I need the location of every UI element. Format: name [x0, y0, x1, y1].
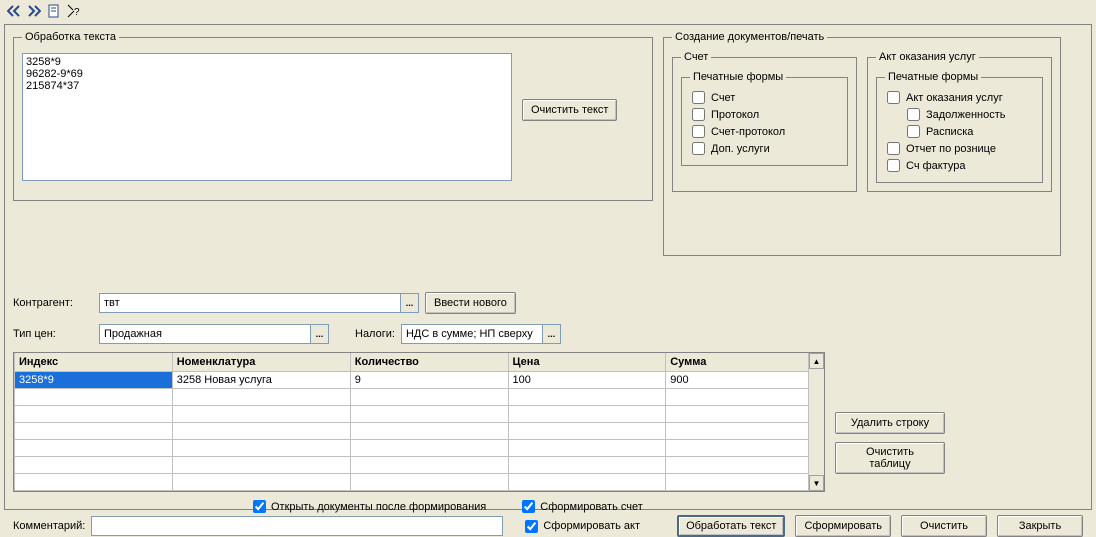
process-text-button[interactable]: Обработать текст: [677, 515, 785, 537]
clear-button[interactable]: Очистить: [901, 515, 987, 537]
contragent-label: Контрагент:: [13, 297, 93, 309]
taxes-combo[interactable]: ...: [401, 324, 561, 344]
invoice-legend: Счет: [681, 51, 711, 63]
act-legend: Акт оказания услуг: [876, 51, 979, 63]
create-docs-group: Создание документов/печать Счет Печатные…: [663, 31, 1061, 256]
grid-scrollbar[interactable]: ▲ ▼: [808, 353, 824, 491]
act-print-group: Печатные формы Акт оказания услуг Задолже…: [876, 71, 1043, 183]
act-check-label: Задолженность: [926, 109, 1006, 121]
invoice-check-0[interactable]: [692, 91, 705, 104]
act-check-2[interactable]: [907, 125, 920, 138]
column-header[interactable]: Цена: [508, 353, 666, 371]
open-after-check[interactable]: Открыть документы после формирования: [253, 500, 486, 513]
svg-text:?: ?: [74, 7, 80, 18]
comment-input-wrap: [91, 516, 503, 536]
table-row[interactable]: [15, 422, 824, 439]
table-row[interactable]: [15, 473, 824, 490]
new-contragent-button[interactable]: Ввести нового: [425, 292, 516, 314]
items-grid[interactable]: ИндексНоменклатураКоличествоЦенаСумма 32…: [13, 352, 825, 492]
create-docs-legend: Создание документов/печать: [672, 31, 827, 43]
column-header[interactable]: Индекс: [15, 353, 173, 371]
text-input[interactable]: 3258*9 96282-9*69 215874*37: [22, 53, 512, 181]
price-type-picker-icon[interactable]: ...: [310, 325, 328, 343]
toolbar: ?: [0, 0, 1096, 22]
column-header[interactable]: Номенклатура: [172, 353, 350, 371]
act-check-label: Расписка: [926, 126, 973, 138]
invoice-check-label: Счет: [711, 92, 735, 104]
comment-label: Комментарий:: [13, 520, 85, 532]
rewind-icon[interactable]: [6, 3, 22, 19]
text-processing-legend: Обработка текста: [22, 31, 119, 43]
invoice-print-legend: Печатные формы: [690, 71, 786, 83]
table-row[interactable]: [15, 456, 824, 473]
contragent-picker-icon[interactable]: ...: [400, 294, 418, 312]
clear-table-button[interactable]: Очистить таблицу: [835, 442, 945, 474]
delete-row-button[interactable]: Удалить строку: [835, 412, 945, 434]
column-header[interactable]: Количество: [350, 353, 508, 371]
act-check-label: Сч фактура: [906, 160, 966, 172]
invoice-check-2[interactable]: [692, 125, 705, 138]
taxes-label: Налоги:: [355, 328, 395, 340]
form-act-check[interactable]: Сформировать акт: [525, 520, 640, 533]
act-check-4[interactable]: [887, 159, 900, 172]
form-button[interactable]: Сформировать: [795, 515, 891, 537]
table-row[interactable]: 3258*93258 Новая услуга9100900: [15, 371, 824, 388]
act-check-label: Отчет по рознице: [906, 143, 996, 155]
doc-icon[interactable]: [46, 3, 62, 19]
contragent-input[interactable]: [100, 294, 400, 312]
taxes-input[interactable]: [402, 325, 542, 343]
price-type-label: Тип цен:: [13, 328, 93, 340]
invoice-check-1[interactable]: [692, 108, 705, 121]
scroll-down-icon[interactable]: ▼: [809, 475, 824, 491]
invoice-check-3[interactable]: [692, 142, 705, 155]
table-row[interactable]: [15, 405, 824, 422]
invoice-check-label: Счет-протокол: [711, 126, 785, 138]
close-button[interactable]: Закрыть: [997, 515, 1083, 537]
act-check-3[interactable]: [887, 142, 900, 155]
taxes-picker-icon[interactable]: ...: [542, 325, 560, 343]
contragent-combo[interactable]: ...: [99, 293, 419, 313]
form-invoice-check[interactable]: Сформировать счет: [522, 500, 643, 513]
clear-text-button[interactable]: Очистить текст: [522, 99, 617, 121]
act-print-legend: Печатные формы: [885, 71, 981, 83]
act-group: Акт оказания услуг Печатные формы Акт ок…: [867, 51, 1052, 192]
column-header[interactable]: Сумма: [666, 353, 824, 371]
table-row[interactable]: [15, 439, 824, 456]
invoice-print-group: Печатные формы Счет Протокол Счет-протокол…: [681, 71, 848, 166]
table-row[interactable]: [15, 388, 824, 405]
text-processing-group: Обработка текста 3258*9 96282-9*69 21587…: [13, 31, 653, 201]
help-icon[interactable]: ?: [66, 3, 82, 19]
scroll-up-icon[interactable]: ▲: [809, 353, 824, 369]
fastforward-icon[interactable]: [26, 3, 42, 19]
price-type-combo[interactable]: ...: [99, 324, 329, 344]
price-type-input[interactable]: [100, 325, 310, 343]
act-check-0[interactable]: [887, 91, 900, 104]
invoice-check-label: Доп. услуги: [711, 143, 770, 155]
main-panel: Обработка текста 3258*9 96282-9*69 21587…: [4, 24, 1092, 510]
invoice-group: Счет Печатные формы Счет Протокол Счет-про…: [672, 51, 857, 192]
act-check-1[interactable]: [907, 108, 920, 121]
comment-input[interactable]: [92, 517, 502, 535]
invoice-check-label: Протокол: [711, 109, 759, 121]
act-check-label: Акт оказания услуг: [906, 92, 1003, 104]
